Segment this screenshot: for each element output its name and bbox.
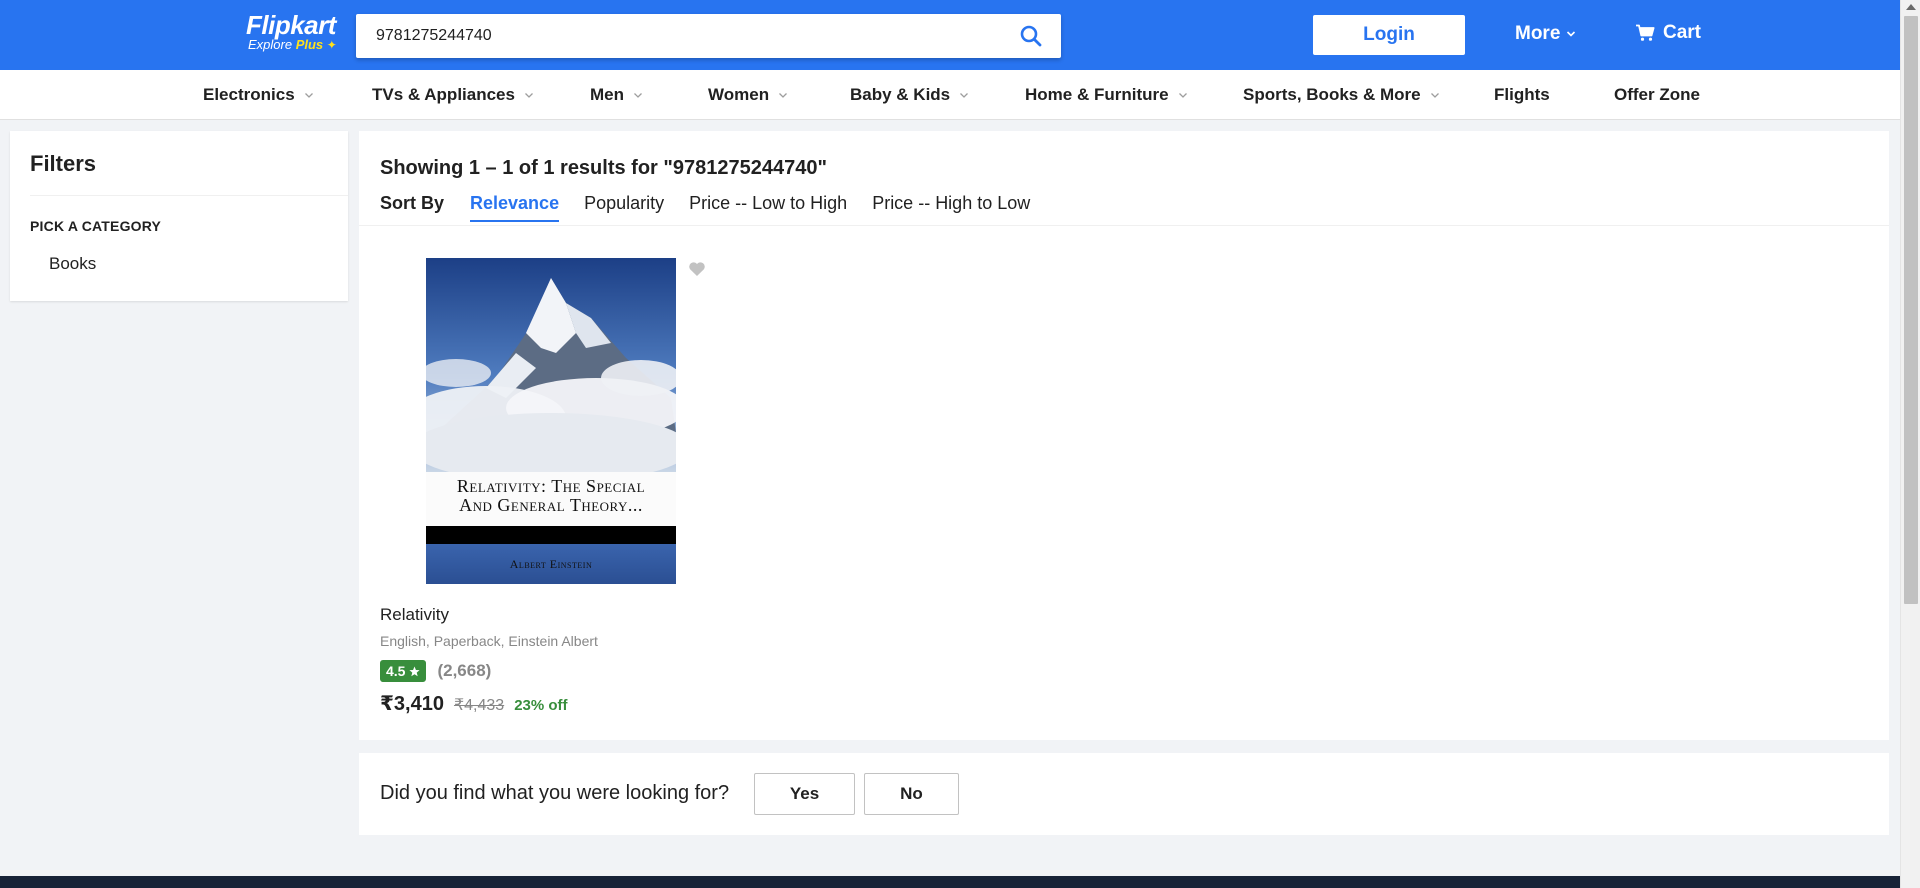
feedback-yes-button[interactable]: Yes: [754, 773, 855, 815]
chevron-down-icon: [304, 93, 313, 98]
star-icon: [409, 666, 421, 676]
page-scrollbar[interactable]: [1900, 0, 1920, 888]
cover-stripe: [426, 526, 676, 544]
nav-item-label: Baby & Kids: [850, 85, 951, 104]
divider: [359, 225, 1889, 226]
nav-item-men[interactable]: Men: [590, 70, 644, 120]
more-menu-button[interactable]: More: [1515, 23, 1576, 45]
nav-item-label: Flights: [1494, 85, 1550, 104]
cover-author: Albert Einstein: [426, 544, 676, 584]
product-image[interactable]: Relativity: The Special And General Theo…: [426, 258, 676, 584]
product-meta: English, Paperback, Einstein Albert: [380, 633, 598, 649]
nav-item-label: Home & Furniture: [1025, 85, 1169, 104]
logo-tagline-prefix: Explore: [248, 37, 293, 52]
nav-item-baby-kids[interactable]: Baby & Kids: [850, 70, 970, 120]
chevron-down-icon: [1430, 93, 1439, 98]
flipkart-logo[interactable]: Flipkart Explore Plus ✦: [246, 12, 337, 52]
nav-item-label: Sports, Books & More: [1243, 85, 1421, 104]
results-panel: Showing 1 – 1 of 1 results for "97812752…: [359, 131, 1889, 740]
original-price: ₹4,433: [453, 697, 505, 714]
rating-badge: 4.5: [380, 660, 427, 682]
category-nav: Electronics TVs & Appliances Men Women B…: [0, 70, 1900, 120]
cart-button[interactable]: Cart: [1635, 22, 1701, 44]
category-link-books[interactable]: Books: [49, 254, 96, 274]
book-cover-title: Relativity: The Special And General Theo…: [426, 472, 676, 526]
divider: [30, 195, 348, 196]
sort-option-popularity[interactable]: Popularity: [584, 193, 664, 220]
nav-item-label: Electronics: [203, 85, 295, 104]
filters-panel: Filters PICK A CATEGORY Books: [10, 131, 348, 301]
book-cover-art: [426, 258, 676, 472]
search-input[interactable]: [356, 14, 996, 58]
selling-price: ₹3,410: [380, 693, 444, 715]
heart-icon: [689, 262, 705, 276]
chevron-down-icon: [779, 93, 788, 98]
pick-category-label: PICK A CATEGORY: [30, 218, 162, 234]
sort-option-relevance[interactable]: Relevance: [470, 193, 560, 222]
sort-bar: Sort By Relevance Popularity Price -- Lo…: [380, 193, 1055, 223]
cart-icon: [1636, 24, 1655, 41]
price-row: ₹3,410 ₹4,433 23% off: [380, 691, 568, 716]
logo-wordmark: Flipkart: [246, 10, 336, 40]
login-button[interactable]: Login: [1313, 15, 1465, 55]
chevron-down-icon: [960, 93, 969, 98]
chevron-down-icon: [525, 93, 533, 98]
sort-by-label: Sort By: [380, 193, 445, 213]
feedback-question: Did you find what you were looking for?: [380, 782, 730, 804]
nav-item-flights[interactable]: Flights: [1494, 70, 1550, 120]
nav-item-home-furniture[interactable]: Home & Furniture: [1025, 70, 1189, 120]
logo-tagline: Explore Plus ✦: [248, 37, 337, 53]
scroll-up-arrow-icon[interactable]: [1906, 4, 1916, 10]
discount-label: 23% off: [514, 697, 568, 714]
nav-item-label: Men: [590, 85, 624, 104]
chevron-down-icon: [634, 93, 642, 98]
nav-item-label: Offer Zone: [1614, 85, 1700, 104]
search-button[interactable]: [1001, 14, 1061, 58]
search-bar: [356, 14, 1061, 58]
results-summary: Showing 1 – 1 of 1 results for "97812752…: [380, 157, 827, 179]
scrollbar-thumb[interactable]: [1904, 16, 1918, 604]
chevron-down-icon: [1178, 93, 1187, 98]
nav-item-tvs-appliances[interactable]: TVs & Appliances: [372, 70, 535, 120]
feedback-no-button[interactable]: No: [864, 773, 959, 815]
rating-count: (2,668): [437, 661, 492, 680]
cart-label: Cart: [1663, 22, 1702, 43]
feedback-panel: Did you find what you were looking for? …: [359, 753, 1889, 835]
nav-item-women[interactable]: Women: [708, 70, 789, 120]
logo-tagline-plus: Plus: [295, 37, 324, 52]
more-label: More: [1515, 23, 1561, 44]
nav-item-label: Women: [708, 85, 770, 104]
sort-option-price-low-high[interactable]: Price -- Low to High: [689, 193, 847, 220]
filters-title: Filters: [30, 151, 97, 176]
footer: [0, 876, 1900, 888]
search-icon: [1020, 25, 1042, 47]
chevron-down-icon: [1567, 31, 1576, 37]
nav-item-label: TVs & Appliances: [372, 85, 515, 104]
sort-option-price-high-low[interactable]: Price -- High to Low: [872, 193, 1030, 220]
cover-title-line: And General Theory...: [459, 495, 643, 515]
nav-item-sports-books-more[interactable]: Sports, Books & More: [1243, 70, 1441, 120]
nav-item-offer-zone[interactable]: Offer Zone: [1614, 70, 1700, 120]
cover-title-line: Relativity: The Special: [456, 476, 646, 496]
rating-row: 4.5 (2,668): [380, 660, 491, 682]
wishlist-button[interactable]: [688, 261, 706, 282]
nav-item-electronics[interactable]: Electronics: [203, 70, 315, 120]
plus-icon: ✦: [326, 38, 337, 52]
rating-value: 4.5: [386, 663, 406, 679]
top-header: Flipkart Explore Plus ✦ Login More Car: [0, 0, 1900, 70]
product-title[interactable]: Relativity: [380, 605, 449, 625]
